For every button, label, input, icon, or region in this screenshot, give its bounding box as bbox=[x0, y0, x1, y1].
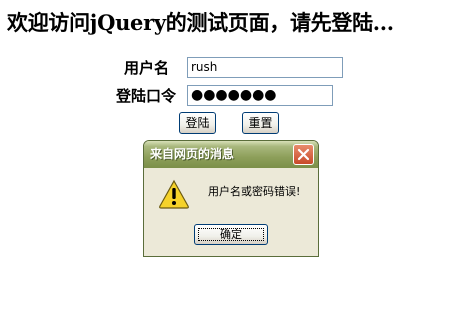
dialog-message: 用户名或密码错误! bbox=[208, 185, 301, 198]
username-input[interactable]: rush bbox=[187, 57, 343, 78]
username-label: 用户名 bbox=[124, 59, 170, 77]
ok-button[interactable]: 确定 bbox=[194, 224, 268, 245]
warning-icon bbox=[159, 179, 189, 209]
alert-dialog: 来自网页的消息 用户名或密码错误! 确定 bbox=[143, 140, 319, 257]
reset-button[interactable]: 重置 bbox=[242, 112, 279, 134]
ok-button-label: 确定 bbox=[220, 228, 242, 241]
dialog-title: 来自网页的消息 bbox=[150, 147, 235, 161]
login-button[interactable]: 登陆 bbox=[179, 112, 216, 134]
close-button[interactable] bbox=[293, 144, 314, 165]
close-icon bbox=[297, 148, 310, 161]
password-label: 登陆口令 bbox=[116, 87, 177, 105]
password-input[interactable]: ●●●●●●● bbox=[187, 85, 333, 106]
dialog-titlebar[interactable]: 来自网页的消息 bbox=[144, 141, 318, 168]
page-title: 欢迎访问jQuery的测试页面，请先登陆... bbox=[7, 10, 394, 35]
